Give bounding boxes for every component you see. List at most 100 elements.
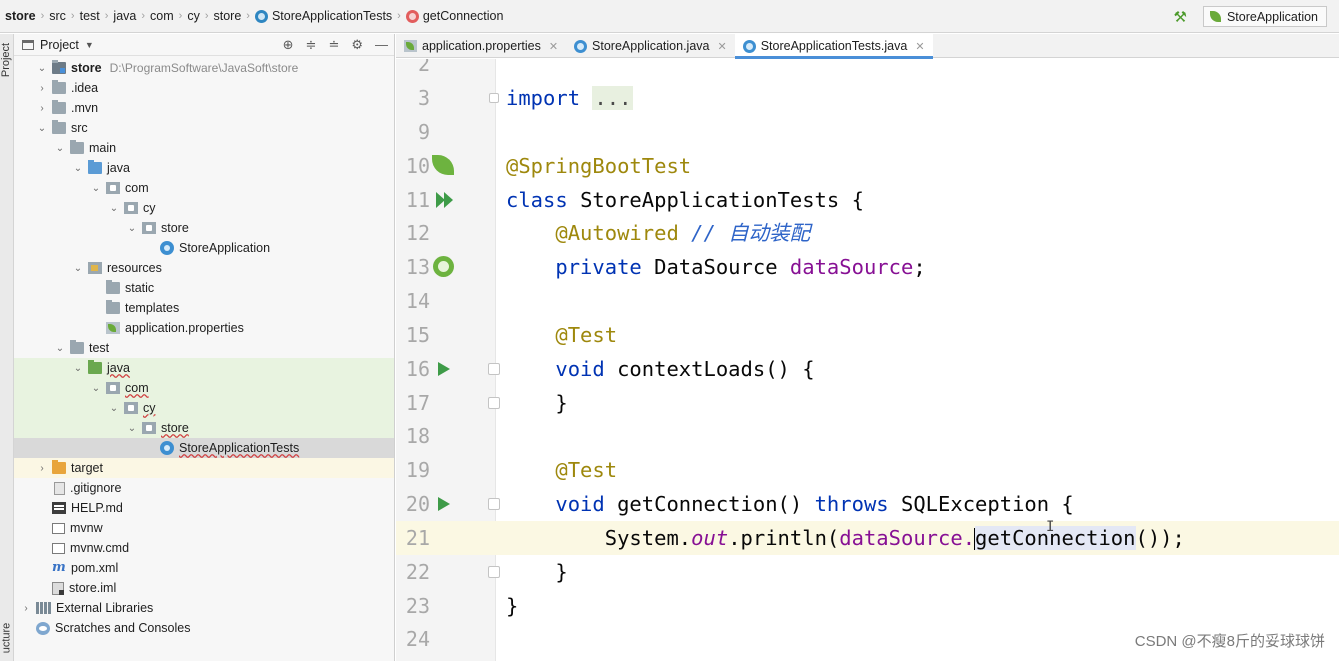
project-panel-title[interactable]: Project	[40, 38, 79, 52]
breadcrumb-test[interactable]: test	[80, 9, 100, 23]
gear-icon[interactable]: ⚙	[351, 37, 363, 53]
hide-panel-icon[interactable]: —	[375, 37, 388, 53]
tree-item-test[interactable]: ⌄ test	[14, 338, 394, 358]
tree-item-store-root[interactable]: ⌄ store D:\ProgramSoftware\JavaSoft\stor…	[14, 58, 394, 78]
tree-item-main-java[interactable]: ⌄ java	[14, 158, 394, 178]
tree-item-store-application-tests[interactable]: StoreApplicationTests	[14, 438, 394, 458]
code-line[interactable]: 14	[396, 284, 1339, 318]
tree-item-test-cy[interactable]: ⌄ cy	[14, 398, 394, 418]
run-all-tests-icon[interactable]	[436, 192, 460, 208]
breadcrumb-class[interactable]: StoreApplicationTests	[254, 9, 392, 23]
tree-item-main-com[interactable]: ⌄ com	[14, 178, 394, 198]
breadcrumb-cy[interactable]: cy	[187, 9, 200, 23]
code-line[interactable]: 18	[396, 419, 1339, 453]
breadcrumb-com[interactable]: com	[150, 9, 174, 23]
tab-store-application[interactable]: StoreApplication.java ✕	[566, 34, 735, 58]
code-line[interactable]: 16 void contextLoads() {	[396, 352, 1339, 386]
current-code-line[interactable]: 21 System.out.println(dataSource.getConn…	[396, 521, 1339, 555]
close-icon[interactable]: ✕	[549, 40, 558, 53]
fold-end-icon[interactable]	[488, 397, 500, 409]
tree-item-store-iml[interactable]: store.iml	[14, 578, 394, 598]
tab-application-properties[interactable]: application.properties ✕	[396, 34, 566, 58]
collapse-all-icon[interactable]: ≐	[328, 37, 339, 53]
code-line[interactable]: 20 void getConnection() throws SQLExcept…	[396, 487, 1339, 521]
chevron-down-icon[interactable]: ⌄	[72, 263, 84, 274]
tree-item-main[interactable]: ⌄ main	[14, 138, 394, 158]
chevron-down-icon[interactable]: ⌄	[90, 383, 102, 394]
tree-item-test-store[interactable]: ⌄ store	[14, 418, 394, 438]
chevron-down-icon[interactable]: ⌄	[36, 63, 48, 74]
tree-item-gitignore[interactable]: .gitignore	[14, 478, 394, 498]
code-line[interactable]: 2	[396, 59, 1339, 81]
tree-item-resources[interactable]: ⌄ resources	[14, 258, 394, 278]
folded-imports[interactable]: ...	[592, 86, 634, 110]
chevron-right-icon[interactable]: ›	[20, 603, 32, 614]
tree-item-static[interactable]: static	[14, 278, 394, 298]
chevron-down-icon[interactable]: ⌄	[126, 223, 138, 234]
tree-item-mvnw[interactable]: mvnw	[14, 518, 394, 538]
code-line[interactable]: 13 private DataSource dataSource;	[396, 250, 1339, 284]
code-line[interactable]: 11 class StoreApplicationTests {	[396, 183, 1339, 217]
breadcrumb-method[interactable]: getConnection	[405, 9, 503, 23]
tree-item-mvn[interactable]: › .mvn	[14, 98, 394, 118]
tree-item-help-md[interactable]: HELP.md	[14, 498, 394, 518]
close-icon[interactable]: ✕	[717, 40, 726, 53]
code-line[interactable]: 3 import ...	[396, 81, 1339, 115]
breadcrumb-src[interactable]: src	[49, 9, 66, 23]
tree-item-test-java[interactable]: ⌄ java	[14, 358, 394, 378]
chevron-down-icon[interactable]: ⌄	[126, 423, 138, 434]
expand-all-icon[interactable]: ≑	[306, 37, 317, 53]
breadcrumb-store-package[interactable]: store	[214, 9, 242, 23]
run-test-icon[interactable]	[438, 497, 450, 511]
tree-item-src[interactable]: ⌄ src	[14, 118, 394, 138]
breadcrumb-store[interactable]: store	[5, 9, 36, 23]
fold-collapse-icon[interactable]	[488, 363, 500, 375]
chevron-right-icon[interactable]: ›	[36, 463, 48, 474]
close-icon[interactable]: ✕	[915, 40, 924, 53]
chevron-down-icon[interactable]: ⌄	[72, 163, 84, 174]
locate-target-icon[interactable]: ⊕	[283, 37, 294, 53]
code-line[interactable]: 19 @Test	[396, 453, 1339, 487]
tab-store-application-tests[interactable]: StoreApplicationTests.java ✕	[734, 34, 933, 59]
chevron-down-icon[interactable]: ▼	[85, 40, 94, 50]
tree-item-target[interactable]: › target	[14, 458, 394, 478]
bean-navigation-icon[interactable]	[433, 256, 454, 277]
tree-item-store-application[interactable]: StoreApplication	[14, 238, 394, 258]
code-line[interactable]: 22 }	[396, 555, 1339, 589]
tree-item-test-com[interactable]: ⌄ com	[14, 378, 394, 398]
spring-leaf-icon[interactable]	[432, 155, 454, 175]
code-line[interactable]: 23 }	[396, 589, 1339, 623]
structure-tool-window-tab[interactable]: ucture	[0, 616, 13, 660]
run-configuration-select[interactable]: StoreApplication	[1202, 6, 1327, 27]
tree-item-application-properties[interactable]: application.properties	[14, 318, 394, 338]
tree-item-idea[interactable]: › .idea	[14, 78, 394, 98]
code-editor[interactable]: 2 3 import ... 9 10 @SpringBootTest 11 c…	[396, 59, 1339, 661]
build-hammer-icon[interactable]: ⚒	[1174, 8, 1187, 26]
tree-item-external-libraries[interactable]: › External Libraries	[14, 598, 394, 618]
chevron-down-icon[interactable]: ⌄	[108, 203, 120, 214]
code-line[interactable]: 9	[396, 115, 1339, 149]
tree-item-templates[interactable]: templates	[14, 298, 394, 318]
fold-expand-icon[interactable]	[489, 93, 499, 103]
code-line[interactable]: 17 }	[396, 386, 1339, 420]
tree-item-mvnw-cmd[interactable]: mvnw.cmd	[14, 538, 394, 558]
code-line[interactable]: 15 @Test	[396, 318, 1339, 352]
code-line[interactable]: 12 @Autowired // 自动装配	[396, 216, 1339, 250]
chevron-down-icon[interactable]: ⌄	[72, 363, 84, 374]
chevron-down-icon[interactable]: ⌄	[90, 183, 102, 194]
code-line[interactable]: 10 @SpringBootTest	[396, 149, 1339, 183]
fold-end-icon[interactable]	[488, 566, 500, 578]
tree-item-pom-xml[interactable]: m pom.xml	[14, 558, 394, 578]
chevron-right-icon[interactable]: ›	[36, 83, 48, 94]
breadcrumb-java[interactable]: java	[113, 9, 136, 23]
tree-item-main-cy[interactable]: ⌄ cy	[14, 198, 394, 218]
chevron-down-icon[interactable]: ⌄	[36, 123, 48, 134]
project-tool-window-tab[interactable]: Project	[0, 40, 13, 80]
fold-collapse-icon[interactable]	[488, 498, 500, 510]
tree-item-scratches[interactable]: Scratches and Consoles	[14, 618, 394, 638]
run-test-icon[interactable]	[438, 362, 450, 376]
chevron-down-icon[interactable]: ⌄	[54, 343, 66, 354]
tree-item-main-store[interactable]: ⌄ store	[14, 218, 394, 238]
chevron-down-icon[interactable]: ⌄	[108, 403, 120, 414]
chevron-right-icon[interactable]: ›	[36, 103, 48, 114]
